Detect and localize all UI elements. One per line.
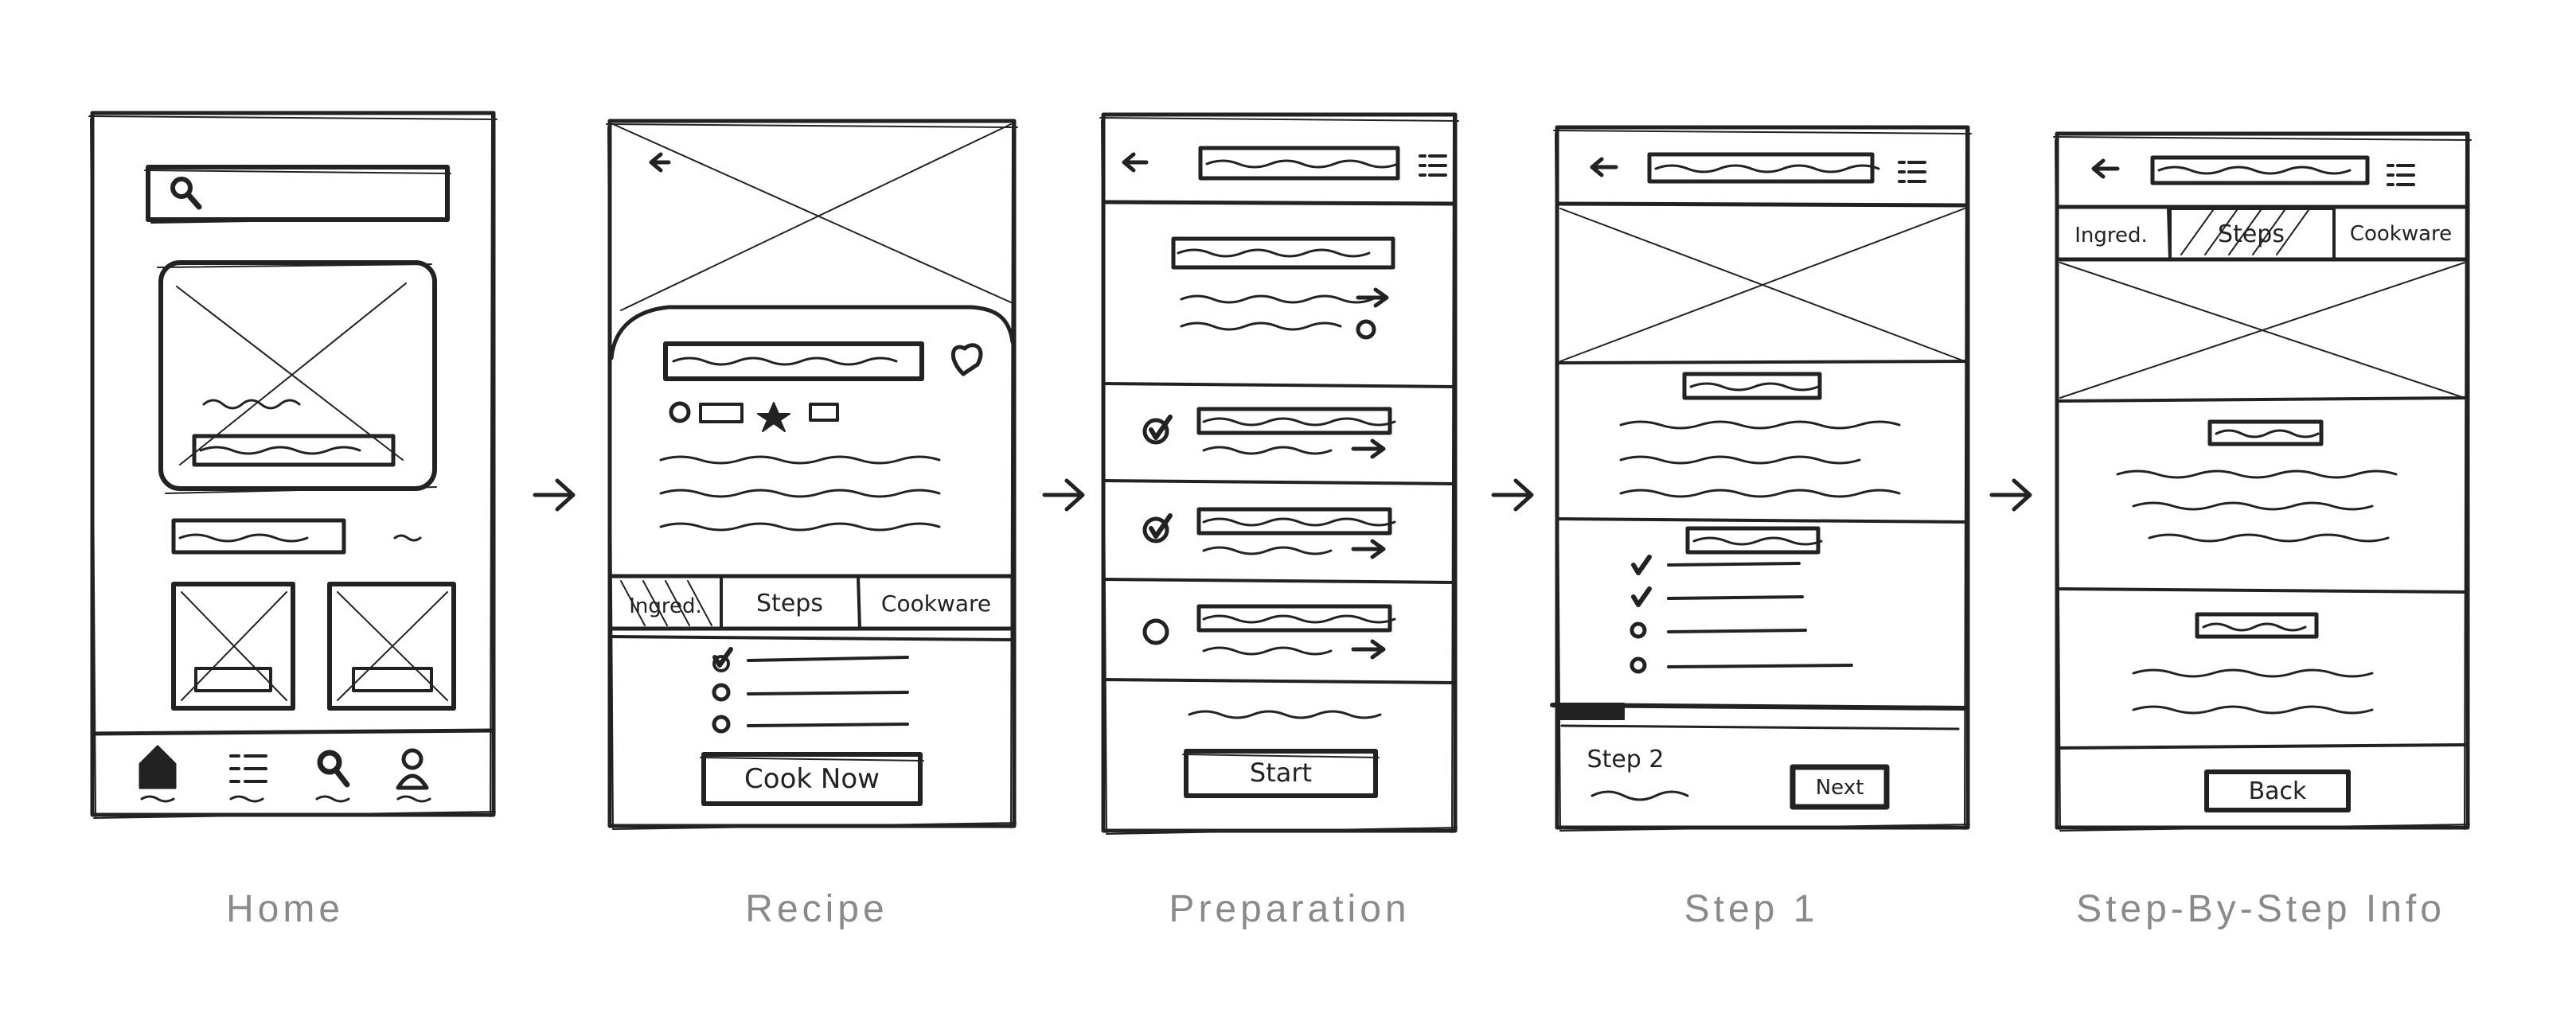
svg-text:Steps: Steps: [2218, 220, 2285, 248]
wireframe-flow-diagram: Ingred. Steps Cookware Cook Now Start St…: [88, 111, 2472, 835]
section-title-placeholder: [171, 518, 346, 555]
featured-recipe-card[interactable]: [157, 260, 437, 494]
tab-ingredients[interactable]: Ingred.: [2074, 207, 2172, 261]
recipe-tabs: Ingred. Steps Cookware: [607, 574, 1015, 631]
screen-step-1: Step 2 Next: [1550, 125, 1972, 832]
svg-text:Steps: Steps: [756, 590, 823, 617]
svg-text:Ingred.: Ingred.: [629, 594, 702, 618]
caption-step-1: Step 1: [1684, 888, 1819, 930]
home-icon[interactable]: [139, 745, 177, 803]
flow-arrow: [533, 478, 576, 512]
back-arrow-icon[interactable]: [649, 152, 671, 173]
tab-ingredients[interactable]: Ingred.: [608, 575, 723, 630]
top-bar: [1101, 146, 1458, 206]
caption-step-by-step-info: Step-By-Step Info: [2076, 888, 2445, 930]
tab-steps[interactable]: Steps: [756, 575, 861, 630]
tab-cookware[interactable]: Cookware: [2350, 222, 2452, 246]
profile-icon[interactable]: [396, 748, 431, 803]
caption-recipe: Recipe: [745, 888, 888, 930]
recipe-thumbnail[interactable]: [171, 582, 295, 711]
caption-preparation: Preparation: [1169, 888, 1411, 930]
next-step-label: Step 2: [1587, 746, 1665, 773]
back-button[interactable]: Back: [2204, 769, 2351, 812]
start-button[interactable]: Start: [1182, 749, 1380, 798]
flow-arrow: [1042, 478, 1085, 512]
ingredient-list: [712, 647, 909, 734]
step-image-placeholder: [1555, 208, 1969, 364]
svg-text:Next: Next: [1816, 776, 1864, 800]
screen-step-by-step-info: Ingred. Steps Cookware Back: [2053, 131, 2472, 832]
recipe-meta: [669, 401, 839, 432]
menu-icon[interactable]: [2387, 164, 2415, 186]
list-icon[interactable]: [229, 754, 267, 803]
svg-text:Back: Back: [2249, 777, 2307, 805]
caption-home: Home: [225, 888, 345, 930]
svg-text:Cookware: Cookware: [2350, 222, 2452, 246]
step-image-placeholder: [2055, 262, 2469, 403]
search-icon[interactable]: [315, 750, 350, 803]
bottom-nav: [90, 728, 496, 803]
heart-icon[interactable]: [950, 343, 983, 376]
back-arrow-icon[interactable]: [1590, 157, 1618, 177]
prep-task-row[interactable]: [1142, 604, 1396, 660]
svg-text:Cook Now: Cook Now: [744, 763, 880, 795]
menu-icon[interactable]: [1898, 161, 1926, 183]
prep-task-row[interactable]: [1142, 507, 1396, 559]
step-tabs: Ingred. Steps Cookware: [2055, 205, 2470, 262]
next-button[interactable]: Next: [1790, 764, 1890, 810]
top-bar: [2091, 155, 2415, 186]
top-bar: [1555, 152, 1970, 208]
screen-preparation: Start: [1099, 112, 1459, 835]
tab-cookware[interactable]: Cookware: [881, 590, 991, 617]
search-icon: [170, 177, 202, 210]
see-all-link[interactable]: [393, 534, 422, 542]
flow-arrow: [1491, 478, 1534, 512]
flow-arrow: [1989, 478, 2032, 512]
prep-task-row[interactable]: [1142, 407, 1396, 459]
step-checklist: [1630, 555, 1853, 674]
screen-recipe: Ingred. Steps Cookware Cook Now: [606, 119, 1018, 830]
hero-image-placeholder: [612, 123, 1012, 311]
svg-text:Start: Start: [1250, 758, 1312, 788]
back-arrow-icon[interactable]: [2091, 158, 2120, 179]
clock-icon: [669, 401, 691, 423]
star-icon: [757, 402, 790, 432]
menu-icon[interactable]: [1419, 154, 1447, 177]
search-bar[interactable]: [144, 165, 451, 224]
tab-steps[interactable]: Steps: [2168, 207, 2336, 261]
back-arrow-icon[interactable]: [1122, 152, 1149, 173]
cook-now-button[interactable]: Cook Now: [700, 752, 924, 806]
svg-text:Cookware: Cookware: [881, 590, 991, 617]
next-step-panel: Step 2 Next: [1550, 703, 1969, 810]
screen-home: [88, 111, 498, 819]
recipe-thumbnail[interactable]: [327, 582, 456, 711]
svg-text:Ingred.: Ingred.: [2074, 224, 2148, 247]
